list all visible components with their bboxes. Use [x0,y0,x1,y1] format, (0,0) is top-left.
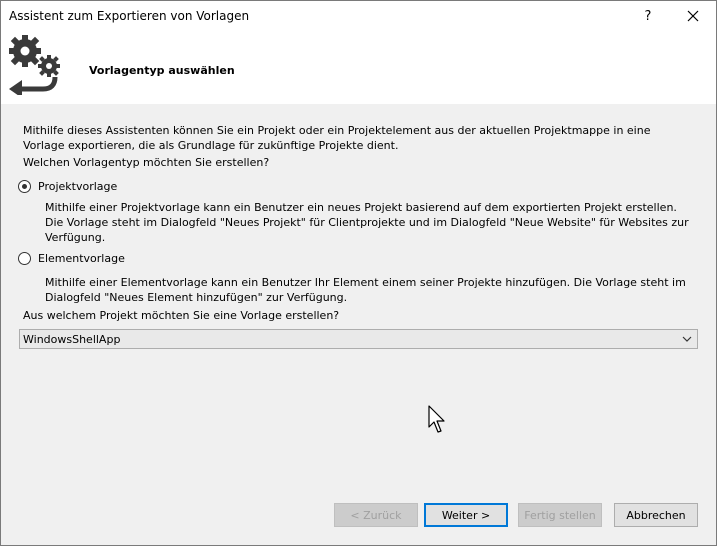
template-type-question: Welchen Vorlagentyp möchten Sie erstelle… [23,156,270,169]
radio-button[interactable] [18,251,31,265]
close-icon [687,10,699,22]
back-button[interactable]: < Zurück [334,503,418,527]
cancel-button[interactable]: Abbrechen [614,503,698,527]
window-title: Assistent zum Exportieren von Vorlagen [9,9,250,23]
finish-button[interactable]: Fertig stellen [518,503,602,527]
radio-item-template[interactable]: Elementvorlage [18,250,125,266]
wizard-header: Vorlagentyp auswählen [1,31,716,104]
page-title: Vorlagentyp auswählen [89,64,235,77]
project-question: Aus welchem Projekt möchten Sie eine Vor… [23,309,340,322]
close-button[interactable] [670,1,716,31]
intro-text: Mithilfe dieses Assistenten können Sie e… [23,124,651,152]
help-button[interactable]: ? [625,1,671,31]
next-button[interactable]: Weiter > [424,503,508,527]
project-template-description: Mithilfe einer Projektvorlage kann ein B… [45,201,689,244]
export-template-dialog: Assistent zum Exportieren von Vorlagen ? [0,0,717,546]
item-template-description: Mithilfe einer Elementvorlage kann ein B… [45,276,686,304]
chevron-down-icon [682,336,692,342]
radio-label: Projektvorlage [38,179,118,193]
radio-project-template[interactable]: Projektvorlage [18,178,117,194]
gears-export-icon [9,35,60,95]
radio-label: Elementvorlage [38,251,125,265]
radio-button-checked[interactable] [18,179,31,193]
project-select-value: WindowsShellApp [23,333,121,346]
title-bar: Assistent zum Exportieren von Vorlagen ? [1,1,716,31]
mouse-pointer-icon [428,405,445,433]
project-select[interactable]: WindowsShellApp [19,329,698,349]
help-icon: ? [644,8,652,24]
